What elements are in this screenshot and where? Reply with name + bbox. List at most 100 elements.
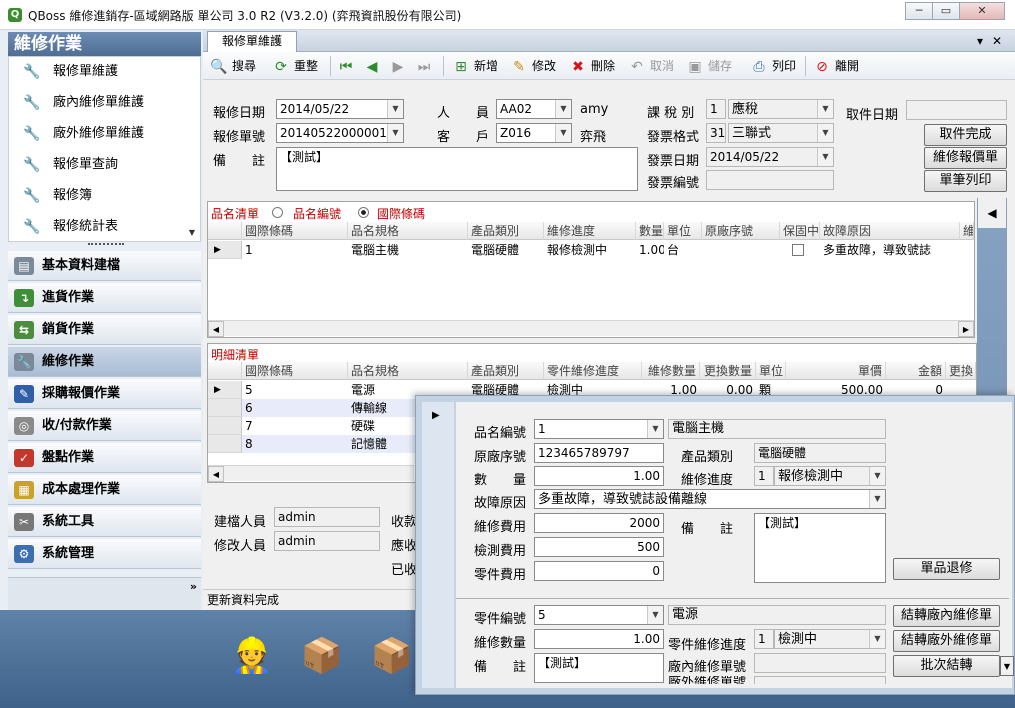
splitter-grip[interactable]: [88, 243, 124, 247]
col-header[interactable]: 品名規格: [348, 362, 468, 380]
category-sales[interactable]: ⇆ 銷貨作業: [8, 315, 201, 345]
transfer-inhouse-button[interactable]: 結轉廠內維修單: [893, 605, 1000, 627]
category-system-tools[interactable]: ✂ 系統工具: [8, 507, 201, 537]
customer-code-field[interactable]: Z016 ▼: [496, 123, 572, 143]
print-button[interactable]: ⎙ 列印: [750, 55, 796, 77]
col-header[interactable]: 保固中: [780, 222, 820, 240]
col-header[interactable]: 原廠序號: [702, 222, 780, 240]
print-single-button[interactable]: 單筆列印: [924, 170, 1007, 192]
col-header[interactable]: 產品類別: [468, 362, 544, 380]
restore-button[interactable]: ▭: [932, 2, 960, 20]
prev-record-button[interactable]: ◀: [363, 55, 385, 77]
batch-transfer-button[interactable]: 批次結轉: [893, 655, 1000, 677]
sidebar-scroll-down-icon[interactable]: ▼: [185, 226, 199, 240]
next-record-button[interactable]: ▶: [389, 55, 411, 77]
cancel-button[interactable]: ↶ 取消: [628, 55, 674, 77]
box-return-icon[interactable]: 📦: [298, 632, 346, 680]
dropdown-arrow-icon[interactable]: ▼: [869, 490, 885, 508]
col-header[interactable]: 單位: [756, 362, 786, 380]
category-cost[interactable]: ▦ 成本處理作業: [8, 475, 201, 505]
sidebar-item-repair-query[interactable]: 🔧 報修單查詢: [9, 150, 187, 180]
delete-button[interactable]: ✖ 刪除: [569, 55, 615, 77]
sidebar-item-outside-repair[interactable]: 🔧 廠外維修單維護: [9, 119, 187, 149]
remark-field[interactable]: 【測試】: [276, 147, 638, 191]
close-button[interactable]: ✕: [959, 2, 1005, 20]
col-header[interactable]: 單位: [664, 222, 702, 240]
sidebar-item-repair-stats[interactable]: 🔧 報修統計表: [9, 212, 187, 242]
popup-qty-field[interactable]: 1.00: [534, 466, 664, 486]
category-procurement[interactable]: ✎ 採購報價作業: [8, 379, 201, 409]
radio-product-code[interactable]: [272, 207, 283, 218]
staff-code-field[interactable]: AA02 ▼: [496, 99, 572, 119]
edit-button[interactable]: ✎ 修改: [510, 55, 556, 77]
minimize-button[interactable]: ─: [905, 2, 933, 20]
repair-quote-button[interactable]: 維修報價單: [924, 147, 1007, 169]
col-header[interactable]: 國際條碼: [242, 362, 348, 380]
sidebar-item-repair-maintain[interactable]: 🔧 報修單維護: [9, 57, 187, 87]
last-record-button[interactable]: ⏭: [415, 55, 437, 77]
search-button[interactable]: 🔍 搜尋: [210, 55, 256, 77]
popup-remark-field[interactable]: 【測試】: [754, 513, 886, 583]
scroll-left-icon[interactable]: ◀: [208, 321, 224, 337]
return-item-button[interactable]: 單品退修: [893, 558, 1000, 580]
col-header[interactable]: 單價: [786, 362, 886, 380]
col-header[interactable]: 數量: [636, 222, 664, 240]
add-button[interactable]: ⊞ 新增: [452, 55, 498, 77]
popup-part-remark-field[interactable]: 【測試】: [534, 653, 664, 683]
category-payments[interactable]: ◎ 收/付款作業: [8, 411, 201, 441]
save-button[interactable]: ▣ 儲存: [686, 55, 732, 77]
dropdown-arrow-icon[interactable]: ▼: [555, 100, 571, 118]
transfer-outside-button[interactable]: 結轉廠外維修單: [893, 630, 1000, 652]
repair-date-field[interactable]: 2014/05/22 ▼: [276, 99, 404, 119]
sidebar-item-repair-book[interactable]: 🔧 報修簿: [9, 181, 187, 211]
exit-button[interactable]: ⊘ 離開: [813, 55, 859, 77]
col-header[interactable]: 故障原因: [820, 222, 960, 240]
reset-button[interactable]: ⟳ 重整: [272, 55, 318, 77]
col-header[interactable]: 零件維修進度: [544, 362, 642, 380]
tab-close-icon[interactable]: ✕: [992, 34, 1002, 48]
dropdown-arrow-icon[interactable]: ▼: [387, 100, 403, 118]
pickup-done-button[interactable]: 取件完成: [924, 124, 1007, 146]
detail-grid-hscroll[interactable]: ◀: [208, 465, 414, 482]
col-header[interactable]: 維修數量: [642, 362, 700, 380]
table-row[interactable]: ▶ 1 電腦主機 電腦硬體 報修檢測中 1.00 台 多重故障，導致號誌: [208, 241, 974, 259]
col-header[interactable]: 維: [960, 222, 974, 240]
collapse-left-icon[interactable]: ◀: [978, 198, 1006, 228]
col-header[interactable]: 金額: [886, 362, 946, 380]
dropdown-arrow-icon[interactable]: ▼: [647, 420, 663, 438]
dropdown-arrow-icon[interactable]: ▼: [387, 124, 403, 142]
popup-product-code-field[interactable]: 1 ▼: [534, 419, 664, 439]
batch-dropdown-icon[interactable]: ▼: [1000, 656, 1014, 676]
warranty-checkbox[interactable]: [792, 244, 804, 256]
category-repair[interactable]: 🔧 維修作業: [8, 347, 201, 377]
category-system-admin[interactable]: ⚙ 系統管理: [8, 539, 201, 569]
col-header[interactable]: 品名規格: [348, 222, 468, 240]
col-header[interactable]: 更換數量: [700, 362, 756, 380]
sidebar-item-inhouse-repair[interactable]: 🔧 廠內維修單維護: [9, 88, 187, 118]
expand-chevron-icon[interactable]: »: [190, 581, 197, 592]
scroll-right-icon[interactable]: ▶: [958, 321, 974, 337]
category-basic-data[interactable]: ▤ 基本資料建檔: [8, 251, 201, 281]
tab-repair-maintain[interactable]: 報修單維護: [207, 31, 297, 52]
popup-fault-field[interactable]: 多重故障，導致號誌設備離線 ▼: [534, 489, 886, 509]
col-header[interactable]: 國際條碼: [242, 222, 348, 240]
popup-part-qty-field[interactable]: 1.00: [534, 629, 664, 649]
category-purchase-in[interactable]: ↴ 進貨作業: [8, 283, 201, 313]
category-inventory[interactable]: ✓ 盤點作業: [8, 443, 201, 473]
popup-repair-fee-field[interactable]: 2000: [534, 513, 664, 533]
box-send-icon[interactable]: 📦: [368, 632, 416, 680]
tab-menu-icon[interactable]: ▾: [977, 34, 983, 48]
popup-parts-fee-field[interactable]: 0: [534, 561, 664, 581]
col-header[interactable]: 產品類別: [468, 222, 544, 240]
product-grid-hscroll[interactable]: ◀ ▶: [208, 320, 974, 337]
scroll-left-icon[interactable]: ◀: [208, 466, 224, 482]
popup-part-code-field[interactable]: 5 ▼: [534, 605, 664, 625]
first-record-button[interactable]: ⏮: [337, 55, 359, 77]
col-header[interactable]: 更換: [946, 362, 976, 380]
col-header[interactable]: 維修進度: [544, 222, 636, 240]
popup-test-fee-field[interactable]: 500: [534, 537, 664, 557]
radio-barcode[interactable]: [358, 207, 369, 218]
popup-serial-field[interactable]: 123465789797: [534, 443, 664, 463]
repair-no-field[interactable]: 20140522000001 ▼: [276, 123, 404, 143]
dropdown-arrow-icon[interactable]: ▼: [647, 606, 663, 624]
